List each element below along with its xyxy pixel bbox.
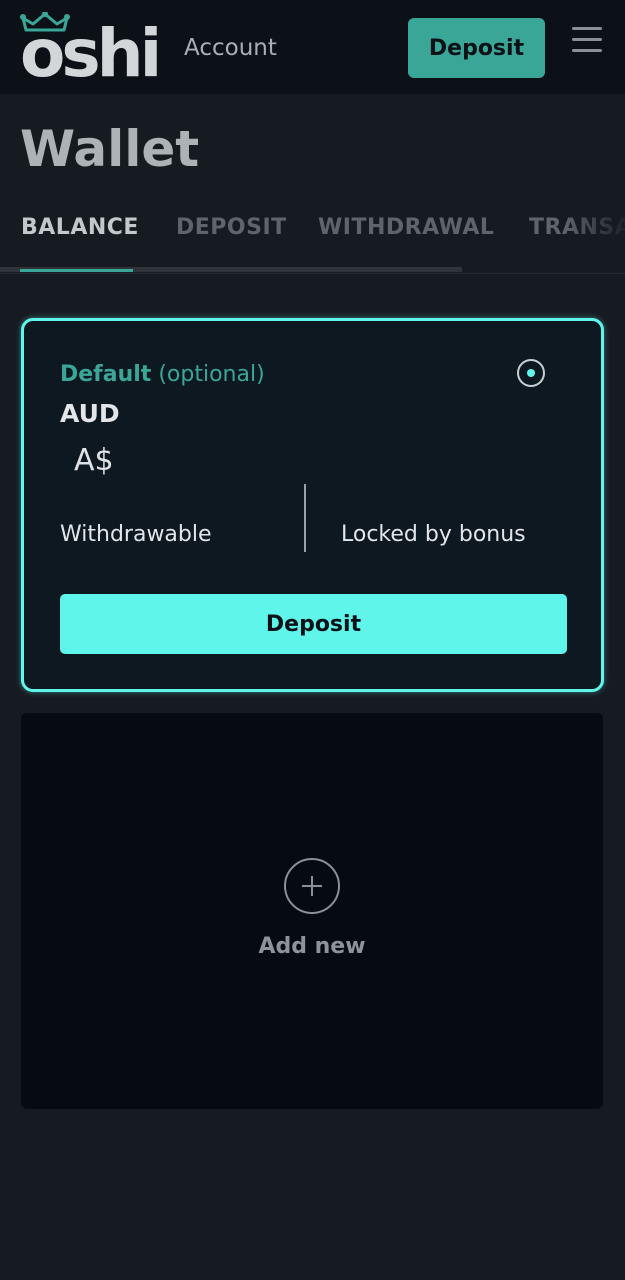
tab-withdrawal[interactable]: WITHDRAWAL: [318, 212, 494, 244]
top-header: oshi Account Deposit: [0, 0, 625, 94]
active-tab-indicator: [20, 269, 133, 272]
tabs-baseline: [0, 273, 625, 274]
card-deposit-button[interactable]: Deposit: [60, 594, 567, 654]
plus-circle-icon[interactable]: [284, 858, 340, 914]
default-label: Default (optional): [60, 359, 265, 391]
tabs-fade: [565, 200, 625, 266]
balance-divider: [304, 484, 306, 552]
hamburger-menu-icon[interactable]: [572, 27, 602, 53]
account-link[interactable]: Account: [184, 32, 277, 64]
locked-by-bonus-label: Locked by bonus: [341, 522, 526, 547]
currency-code: AUD: [60, 399, 120, 428]
oshi-logo[interactable]: oshi: [20, 12, 162, 92]
aud-wallet-card[interactable]: Default (optional) AUD A$ Withdrawable L…: [21, 318, 604, 692]
optional-text: (optional): [158, 362, 265, 387]
tab-balance[interactable]: BALANCE: [21, 212, 139, 244]
default-text: Default: [60, 362, 152, 387]
radio-selected-dot: [527, 369, 535, 377]
currency-symbol: A$: [74, 443, 114, 478]
withdrawable-label: Withdrawable: [60, 522, 212, 547]
logo-text: oshi: [20, 15, 162, 92]
tab-deposit[interactable]: DEPOSIT: [176, 212, 287, 244]
default-wallet-radio[interactable]: [517, 359, 545, 387]
add-new-wallet-card[interactable]: Add new: [21, 713, 603, 1109]
wallet-tabs: BALANCE DEPOSIT WITHDRAWAL TRANSACTIONS: [0, 200, 625, 276]
page-title: Wallet: [20, 120, 200, 178]
add-new-label: Add new: [258, 934, 366, 959]
header-deposit-button[interactable]: Deposit: [408, 18, 545, 78]
